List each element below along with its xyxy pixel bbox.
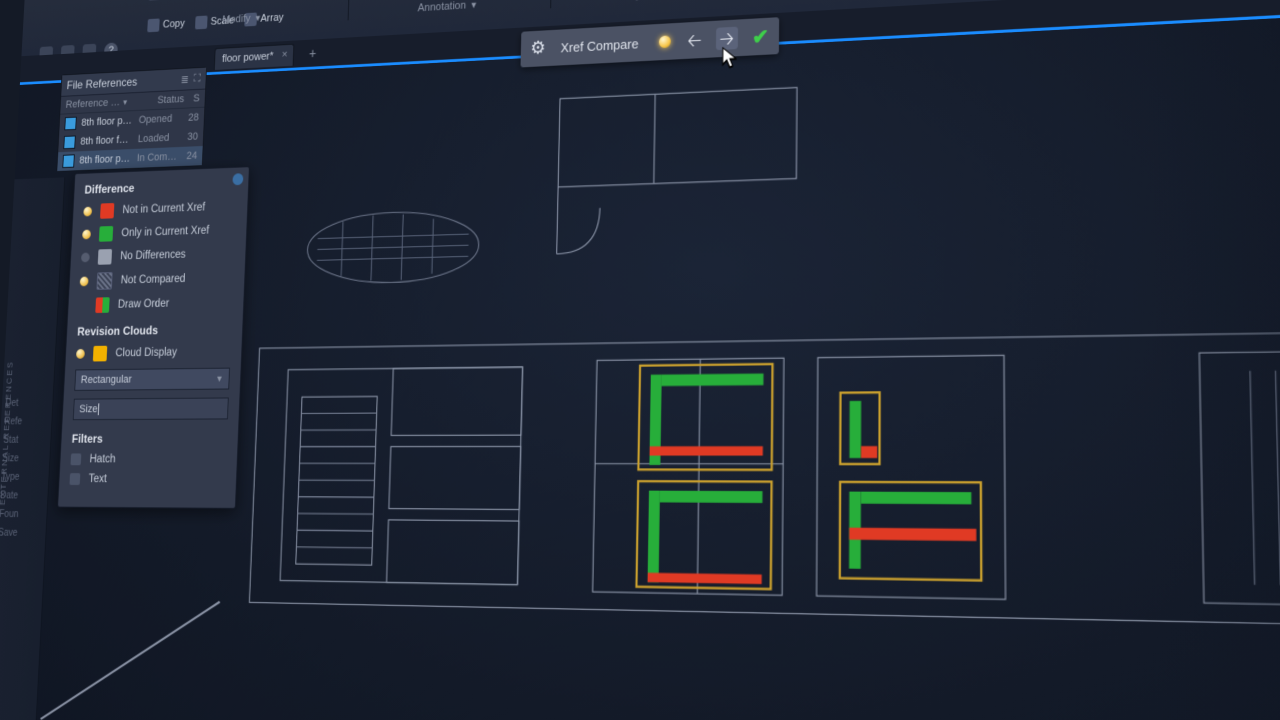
drawing-canvas[interactable]: Det Refe Stat Size Type Date Foun Save E… (0, 12, 1280, 720)
drawing-tab-label: floor power* (222, 51, 274, 65)
tab-close-icon[interactable]: × (282, 49, 288, 61)
gear-icon[interactable] (530, 39, 547, 58)
new-tab-button[interactable]: + (309, 45, 317, 61)
ribbon-panel-annotation: Text Dimension Table Annotation▼ (348, 0, 553, 20)
drawing-tab[interactable]: floor power* × (214, 44, 294, 70)
ribbon-panel-layers: Properties Layers▼ (550, 0, 746, 8)
ribbon-panel-modify: Move Mirror Fillet Copy Scale Array Modi… (139, 0, 350, 33)
lightbulb-icon[interactable] (656, 32, 674, 51)
floor-plan (0, 12, 1280, 720)
